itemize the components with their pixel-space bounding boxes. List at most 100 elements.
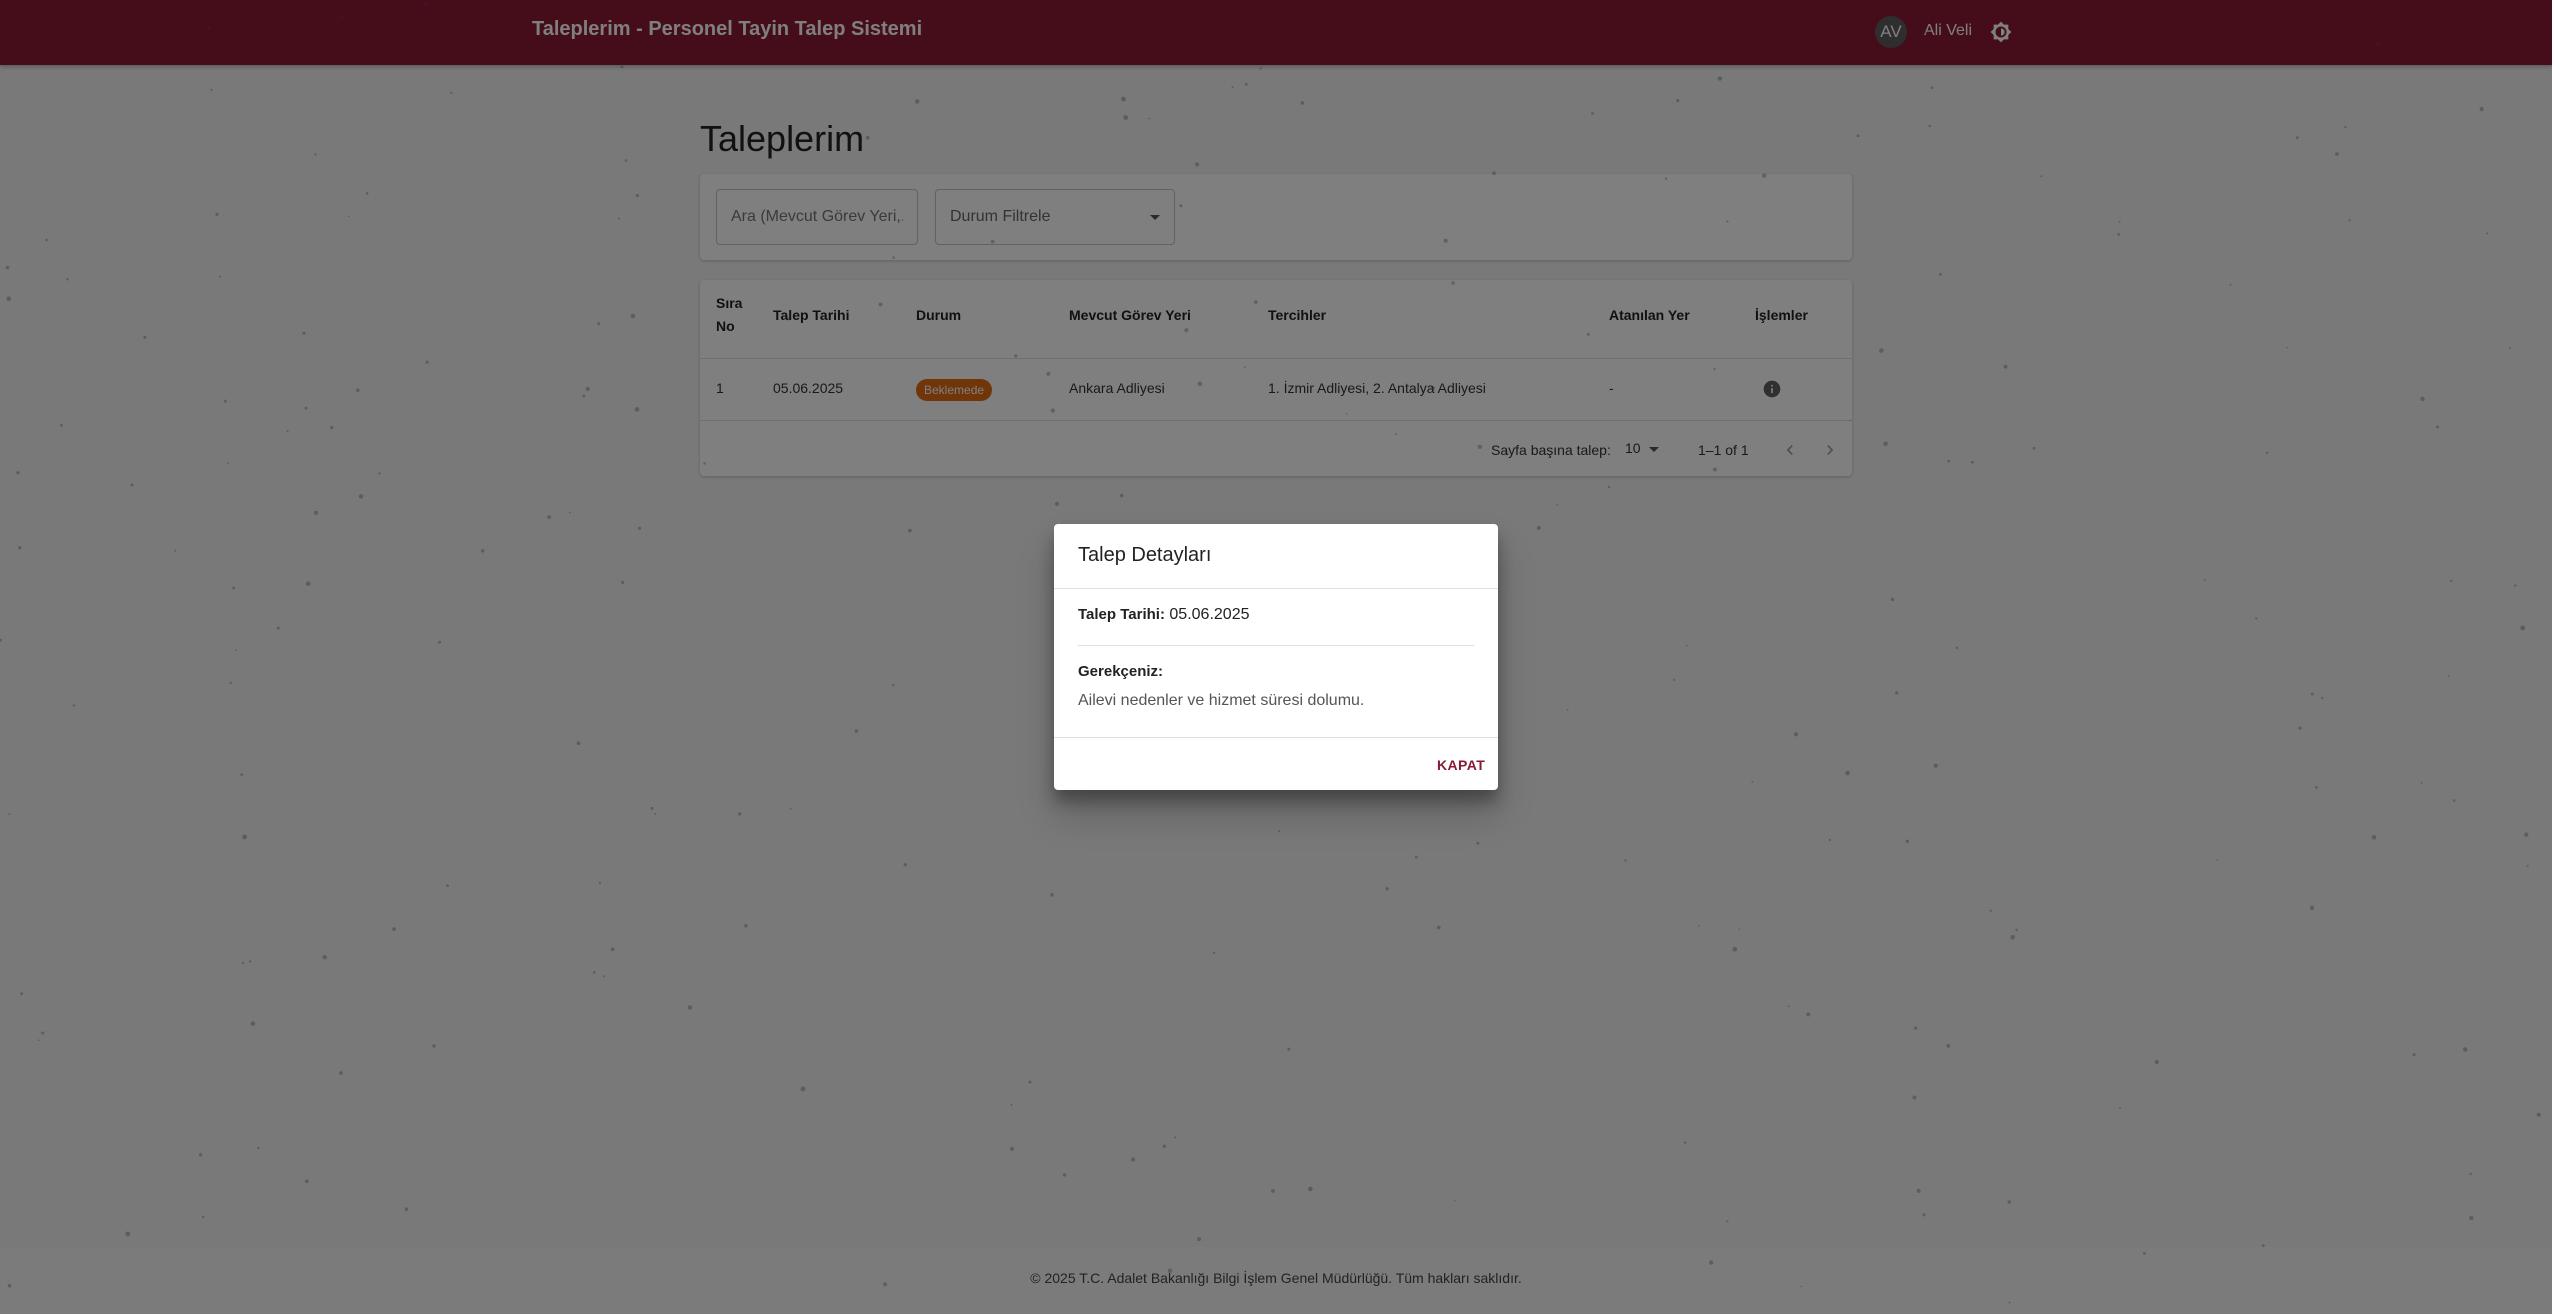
backdrop-dot bbox=[356, 388, 360, 393]
backdrop-dot bbox=[915, 99, 920, 104]
backdrop-dot bbox=[1607, 485, 1611, 489]
backdrop-dot bbox=[1955, 646, 1959, 650]
backdrop-dot bbox=[215, 212, 219, 216]
backdrop-dot bbox=[1300, 101, 1305, 105]
backdrop-dot bbox=[2486, 232, 2489, 235]
backdrop-dot bbox=[18, 546, 22, 550]
dialog-date-row: Talep Tarihi: 05.06.2025 bbox=[1078, 606, 1249, 624]
dialog-reason-value: Ailevi nedenler ve hizmet süresi dolumu. bbox=[1078, 692, 1365, 709]
backdrop-dot bbox=[45, 238, 48, 242]
backdrop-dot bbox=[481, 549, 485, 553]
backdrop-dot bbox=[2315, 786, 2318, 789]
backdrop-dot bbox=[174, 549, 177, 552]
backdrop-dot bbox=[1028, 1080, 1032, 1084]
backdrop-dot bbox=[248, 960, 252, 963]
backdrop-dot bbox=[1895, 691, 1899, 695]
backdrop-dot bbox=[1308, 1186, 1313, 1192]
backdrop-dot bbox=[903, 863, 907, 867]
backdrop-dot bbox=[2143, 1252, 2146, 1255]
backdrop-dot bbox=[2265, 451, 2269, 454]
backdrop-dot bbox=[1939, 273, 1942, 276]
dialog-reason-label: Gerekçeniz: bbox=[1078, 663, 1164, 680]
backdrop-dot bbox=[378, 472, 381, 475]
backdrop-dot bbox=[7, 1283, 12, 1288]
backdrop-dot bbox=[229, 681, 232, 684]
backdrop-dot bbox=[1664, 177, 1668, 180]
backdrop-dot bbox=[1231, 86, 1234, 89]
close-button[interactable]: KAPAT bbox=[1429, 750, 1493, 780]
backdrop-dot bbox=[339, 14, 344, 19]
backdrop-dot bbox=[620, 65, 624, 69]
backdrop-dot bbox=[425, 360, 429, 364]
backdrop-dot bbox=[1345, 413, 1348, 415]
backdrop-dot bbox=[2375, 42, 2380, 47]
backdrop-dot bbox=[250, 1021, 256, 1026]
backdrop-dot bbox=[2007, 1200, 2011, 1204]
backdrop-dot bbox=[722, 0, 726, 2]
backdrop-dot bbox=[41, 1031, 45, 1035]
backdrop-dot bbox=[1566, 709, 1569, 711]
backdrop-dot bbox=[2040, 175, 2043, 178]
backdrop-dot bbox=[2010, 935, 2015, 940]
backdrop-dot bbox=[650, 806, 654, 810]
backdrop-dot bbox=[2008, 1301, 2011, 1304]
backdrop-dot bbox=[582, 394, 586, 398]
backdrop-dot bbox=[1856, 134, 1860, 138]
backdrop-dot bbox=[2509, 346, 2512, 349]
backdrop-dot bbox=[125, 1231, 131, 1237]
backdrop-dot bbox=[1167, 1268, 1173, 1273]
backdrop-dot bbox=[2514, 584, 2517, 587]
backdrop-dot bbox=[892, 256, 895, 259]
backdrop-dot bbox=[1828, 838, 1831, 842]
backdrop-dot bbox=[1195, 162, 1200, 167]
backdrop-dot bbox=[130, 483, 134, 487]
backdrop-dot bbox=[2462, 1047, 2468, 1052]
backdrop-dot bbox=[2261, 1244, 2265, 1247]
backdrop-dot bbox=[1879, 348, 1884, 353]
backdrop-dot bbox=[592, 971, 596, 974]
backdrop-dot bbox=[2469, 1172, 2472, 1176]
dialog-date-label: Talep Tarihi: bbox=[1078, 606, 1165, 623]
backdrop-dot bbox=[1762, 173, 1767, 178]
backdrop-dot bbox=[314, 153, 317, 156]
dialog-divider bbox=[1054, 588, 1498, 589]
backdrop-dot bbox=[547, 515, 551, 519]
backdrop-dot bbox=[304, 406, 308, 410]
backdrop-dot bbox=[1062, 1173, 1067, 1177]
backdrop-dot bbox=[2524, 832, 2529, 837]
backdrop-dot bbox=[1806, 1012, 1811, 1017]
backdrop-dot bbox=[1673, 678, 1676, 681]
backdrop-dot bbox=[2526, 864, 2529, 867]
backdrop-dot bbox=[621, 580, 625, 585]
backdrop-dot bbox=[227, 462, 229, 465]
backdrop-dot bbox=[2309, 905, 2315, 910]
dialog-actions-divider bbox=[1054, 737, 1498, 738]
request-details-dialog: Talep Detayları Talep Tarihi: 05.06.2025… bbox=[1054, 524, 1498, 790]
backdrop-dot bbox=[1914, 1026, 1918, 1030]
backdrop-dot bbox=[603, 975, 606, 978]
backdrop-dot bbox=[1989, 909, 1992, 912]
backdrop-dot bbox=[1197, 381, 1203, 387]
backdrop-dot bbox=[1970, 460, 1974, 464]
dialog-title: Talep Detayları bbox=[1078, 544, 1212, 566]
backdrop-dot bbox=[1287, 1047, 1291, 1051]
backdrop-dot bbox=[1676, 99, 1680, 103]
backdrop-dot bbox=[60, 423, 63, 427]
backdrop-dot bbox=[1120, 493, 1124, 498]
backdrop-dot bbox=[2295, 136, 2299, 140]
backdrop-dot bbox=[72, 704, 76, 707]
backdrop-dot bbox=[2216, 859, 2218, 861]
backdrop-dot bbox=[16, 471, 20, 475]
backdrop-dot bbox=[2203, 578, 2206, 581]
backdrop-dot bbox=[1947, 459, 1950, 463]
backdrop-dot bbox=[322, 955, 327, 960]
backdrop-dot bbox=[1922, 1213, 1926, 1217]
backdrop-dot bbox=[1933, 763, 1938, 768]
backdrop-dot bbox=[2436, 425, 2440, 429]
backdrop-dot bbox=[2003, 364, 2008, 369]
backdrop-dot bbox=[347, 215, 350, 218]
backdrop-dot bbox=[1271, 1189, 1275, 1193]
backdrop-dot bbox=[2450, 580, 2453, 583]
backdrop-dot bbox=[2117, 233, 2121, 236]
backdrop-dot bbox=[8, 813, 11, 816]
